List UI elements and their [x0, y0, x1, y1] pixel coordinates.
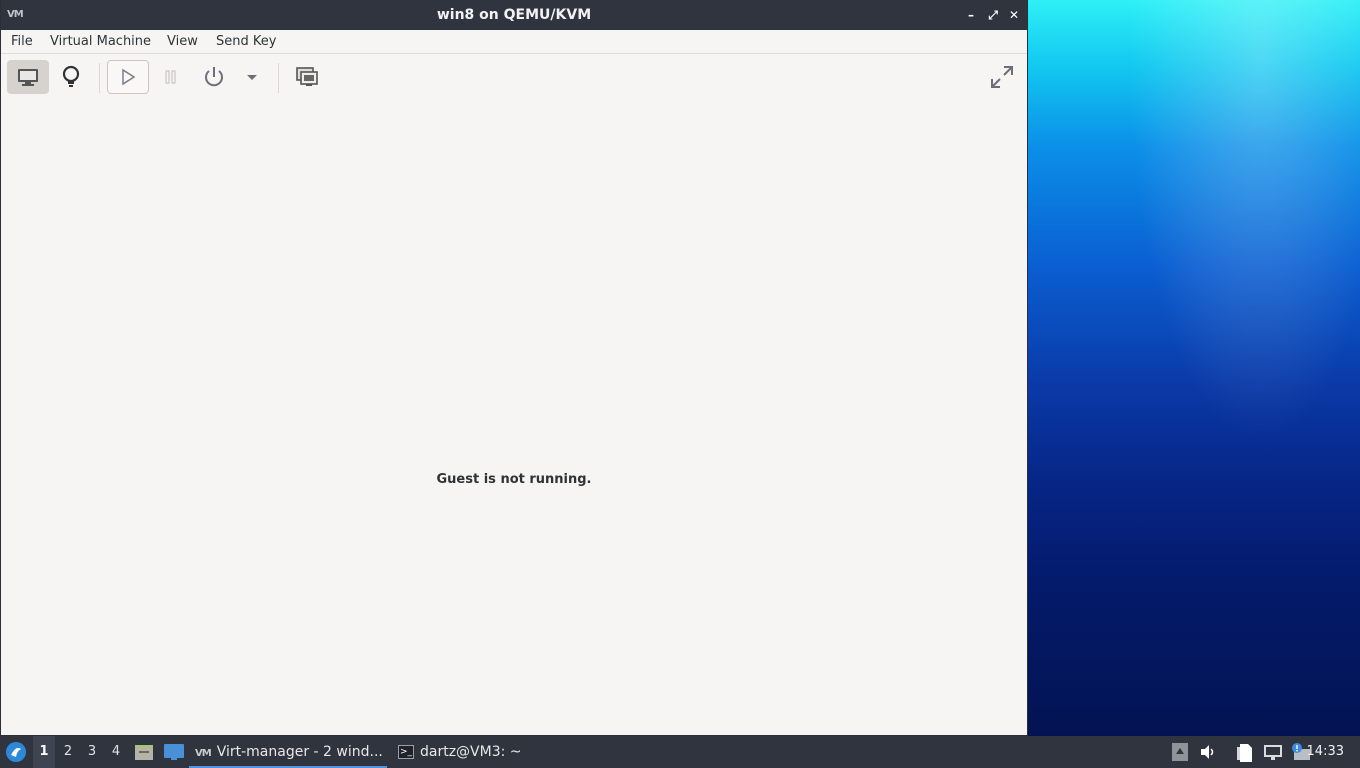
file-manager-launcher[interactable]: [134, 742, 154, 762]
snapshots-button[interactable]: [286, 60, 328, 94]
show-desktop-button[interactable]: [163, 742, 185, 762]
volume-button[interactable]: [1199, 743, 1217, 761]
clipboard-icon: [1237, 744, 1252, 762]
details-view-button[interactable]: [50, 60, 92, 94]
workspace-2[interactable]: 2: [57, 736, 79, 768]
monitor-icon: [18, 69, 38, 86]
network-icon: [1264, 745, 1282, 760]
lightbulb-icon: [62, 65, 80, 87]
speaker-icon: [1201, 745, 1214, 759]
chevron-down-icon: [247, 75, 257, 80]
maximize-button[interactable]: ⤢: [986, 7, 1000, 23]
menu-view[interactable]: View: [167, 34, 198, 49]
workspace-3[interactable]: 3: [81, 736, 103, 768]
play-icon: [122, 68, 136, 86]
virt-viewer-window: VM win8 on QEMU/KVM – ⤢ ✕ File Virtual M…: [0, 0, 1028, 736]
taskbar-task-virt-manager[interactable]: VM Virt-manager - 2 wind...: [189, 736, 387, 768]
window-titlebar[interactable]: VM win8 on QEMU/KVM – ⤢ ✕: [1, 0, 1027, 30]
tray-expand-button[interactable]: [1172, 743, 1188, 761]
minimize-button[interactable]: –: [964, 7, 978, 23]
task-label: dartz@VM3: ~: [420, 744, 522, 760]
fullscreen-button[interactable]: [981, 60, 1023, 94]
shutdown-menu-button[interactable]: [232, 60, 272, 94]
task-label: Virt-manager - 2 wind...: [216, 744, 383, 760]
up-arrow-icon: [1172, 743, 1188, 761]
toolbar: [1, 55, 1027, 99]
virt-manager-icon: VM: [195, 748, 212, 759]
close-button[interactable]: ✕: [1007, 7, 1021, 23]
run-button[interactable]: [107, 60, 149, 94]
pause-button[interactable]: [150, 60, 192, 94]
pause-icon: [165, 70, 176, 84]
lxqt-menu-icon: [6, 742, 26, 762]
shutdown-button[interactable]: [193, 60, 235, 94]
network-button[interactable]: [1263, 743, 1283, 761]
toolbar-separator: [99, 63, 100, 93]
snapshots-icon: [296, 67, 318, 86]
terminal-icon: >_: [398, 745, 414, 759]
menu-send-key[interactable]: Send Key: [216, 34, 276, 49]
window-title: win8 on QEMU/KVM: [436, 7, 592, 23]
taskbar: 1 2 3 4 VM Virt-manager - 2 wind... >_ dar…: [0, 736, 1360, 768]
console-view-button[interactable]: [7, 60, 49, 94]
toolbar-separator: [278, 63, 279, 93]
guest-status-message: Guest is not running.: [436, 472, 592, 487]
clock[interactable]: 14:33: [1307, 736, 1344, 768]
workspace-4[interactable]: 4: [105, 736, 127, 768]
menubar: File Virtual Machine View Send Key: [1, 30, 1027, 54]
clipboard-button[interactable]: [1236, 743, 1254, 762]
fullscreen-icon: [991, 66, 1013, 88]
desktop-icon: [164, 744, 184, 760]
menu-virtual-machine[interactable]: Virtual Machine: [50, 34, 151, 49]
power-icon: [205, 67, 223, 87]
start-menu-button[interactable]: [5, 741, 27, 763]
folder-icon: [135, 745, 153, 760]
workspace-1[interactable]: 1: [33, 736, 55, 768]
taskbar-task-terminal[interactable]: >_ dartz@VM3: ~: [392, 736, 572, 768]
menu-file[interactable]: File: [11, 34, 33, 49]
